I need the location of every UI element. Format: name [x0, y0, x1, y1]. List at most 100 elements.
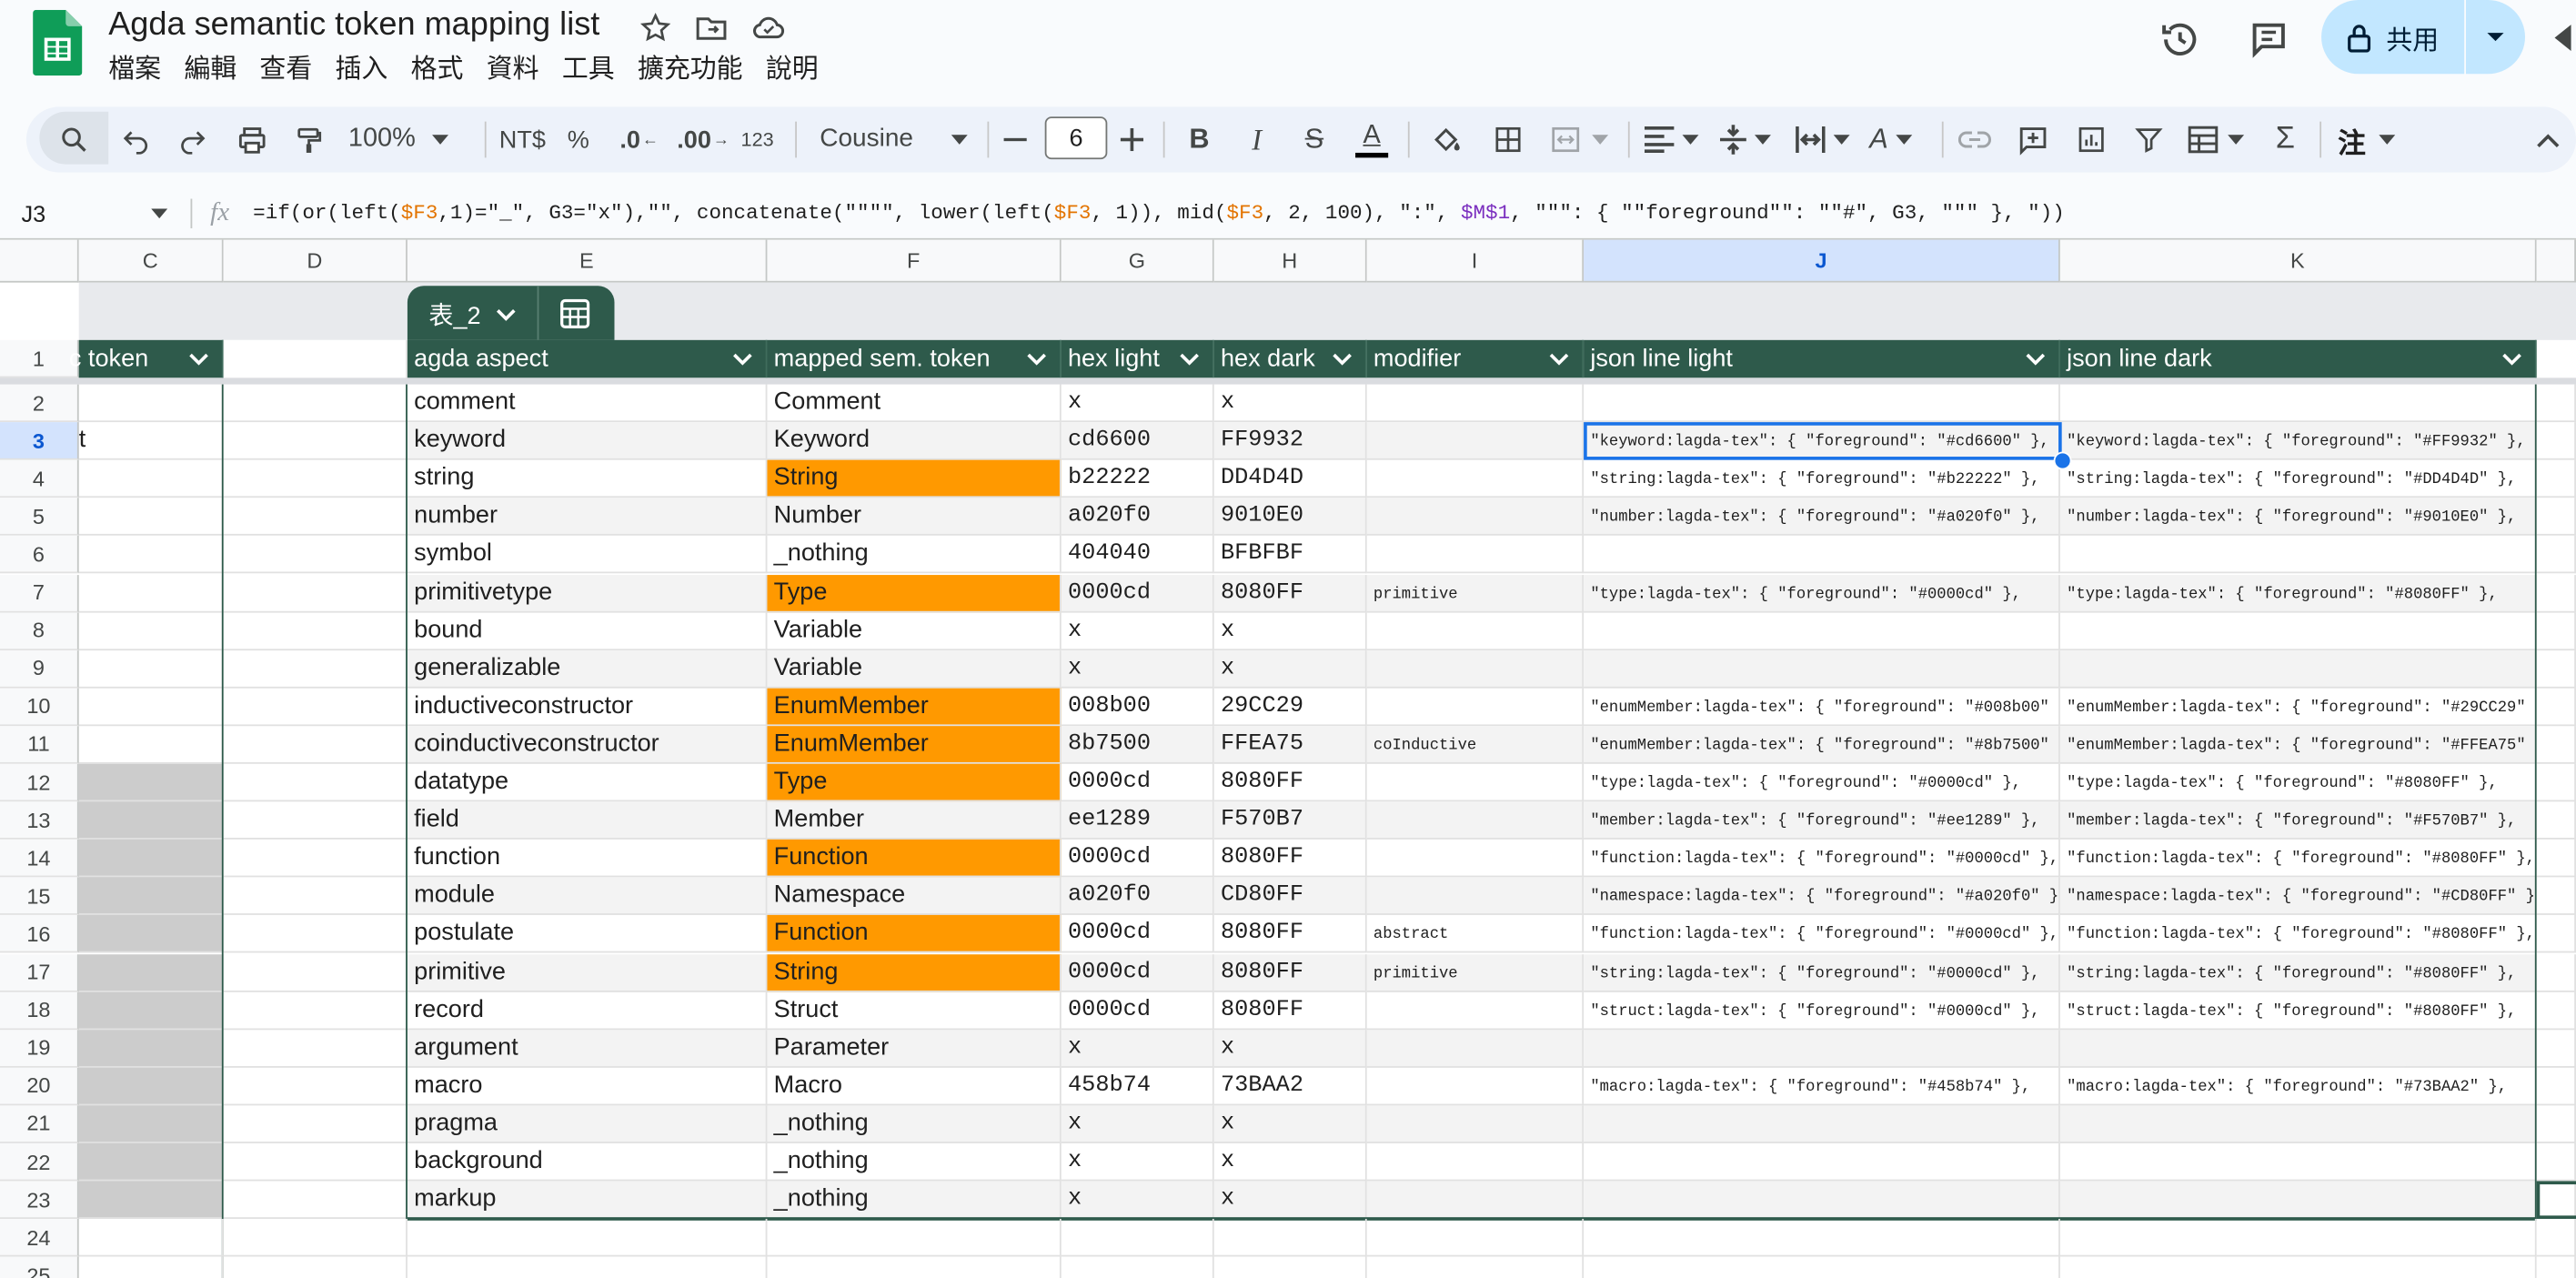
decrease-decimal-button[interactable]: .0 ← — [618, 118, 660, 161]
cell-i9[interactable] — [1366, 649, 1585, 689]
cell-j20[interactable]: "macro:lagda-tex": { "foreground": "#458… — [1584, 1067, 2060, 1106]
decrease-font-size-icon[interactable] — [1001, 118, 1031, 161]
cell-k15[interactable]: "namespace:lagda-tex": { "foreground": "… — [2059, 877, 2537, 916]
header-cell-g[interactable]: hex light — [1061, 339, 1214, 378]
cell-d21[interactable] — [223, 1105, 408, 1143]
row-header-24[interactable]: 24 — [0, 1219, 79, 1258]
row-header-8[interactable]: 8 — [0, 611, 79, 650]
menu-data[interactable]: 資料 — [487, 53, 550, 89]
cell-k8[interactable] — [2059, 611, 2537, 650]
cell-c23[interactable] — [78, 1181, 224, 1220]
cell-c9[interactable] — [78, 649, 224, 689]
cell-e24[interactable] — [407, 1219, 768, 1258]
cell-k12[interactable]: "type:lagda-tex": { "foreground": "#8080… — [2059, 763, 2537, 802]
cell-g11[interactable]: 8b7500 — [1061, 726, 1214, 764]
cell-f3[interactable]: Keyword — [767, 422, 1062, 460]
cell-d9[interactable] — [223, 649, 408, 689]
cell-c25[interactable] — [79, 1257, 224, 1278]
cell-k5[interactable]: "number:lagda-tex": { "foreground": "#90… — [2059, 498, 2537, 537]
cell-l17[interactable] — [2536, 953, 2576, 992]
cell-l14[interactable] — [2536, 840, 2576, 878]
column-header-g[interactable]: G — [1061, 239, 1214, 283]
functions-icon[interactable]: Σ — [2267, 118, 2303, 161]
formula-input[interactable]: =if(or(left($F3,1)="_", G3="x"),"", conc… — [253, 194, 2065, 233]
cell-e22[interactable]: background — [407, 1142, 768, 1182]
cell-e15[interactable]: module — [407, 877, 768, 916]
cell-e7[interactable]: primitivetype — [407, 574, 768, 612]
cell-f19[interactable]: Parameter — [767, 1029, 1062, 1068]
cell-h19[interactable]: x — [1213, 1029, 1367, 1068]
header-cell-f[interactable]: mapped sem. token — [767, 339, 1062, 378]
frozen-row-divider[interactable] — [0, 377, 2576, 385]
cell-f10[interactable]: EnumMember — [767, 688, 1062, 727]
header-cell-e[interactable]: agda aspect — [407, 339, 768, 378]
cell-h3[interactable]: FF9932 — [1213, 422, 1367, 460]
font-select[interactable]: Cousine — [820, 118, 968, 161]
table-name-tab[interactable]: 表_2 — [407, 286, 615, 340]
cell-d14[interactable] — [223, 840, 408, 878]
cell-d3[interactable] — [223, 422, 408, 460]
chevron-down-icon[interactable] — [1333, 347, 1353, 369]
cell-e13[interactable]: field — [407, 801, 768, 840]
cell-c2[interactable] — [78, 384, 224, 423]
merge-icon[interactable] — [1549, 118, 1618, 161]
cell-g6[interactable]: 404040 — [1061, 536, 1214, 575]
header-cell-i[interactable]: modifier — [1366, 339, 1585, 378]
cell-i7[interactable]: primitive — [1366, 574, 1585, 612]
cell-f4[interactable]: String — [767, 459, 1062, 498]
cell-i2[interactable] — [1366, 384, 1585, 423]
cell-g23[interactable]: x — [1061, 1181, 1214, 1220]
cell-k3[interactable]: "keyword:lagda-tex": { "foreground": "#F… — [2059, 422, 2537, 460]
cell-g25[interactable] — [1062, 1257, 1214, 1278]
increase-decimal-button[interactable]: .00 → — [677, 118, 730, 161]
cell-f15[interactable]: Namespace — [767, 877, 1062, 916]
cell-k23[interactable] — [2059, 1181, 2537, 1220]
cell-e25[interactable] — [408, 1257, 768, 1278]
cell-g2[interactable]: x — [1061, 384, 1214, 423]
cell-i12[interactable] — [1366, 763, 1585, 802]
cell-f13[interactable]: Member — [767, 801, 1062, 840]
cell-l22[interactable] — [2536, 1142, 2576, 1182]
cell-l2[interactable] — [2536, 384, 2576, 423]
more-formats-button[interactable]: 123 — [738, 118, 777, 161]
cell-l8[interactable] — [2536, 611, 2576, 650]
cell-h5[interactable]: 9010E0 — [1213, 498, 1367, 537]
cell-k19[interactable] — [2059, 1029, 2537, 1068]
column-header-l[interactable] — [2536, 239, 2576, 283]
cell-d8[interactable] — [223, 611, 408, 650]
cell-g13[interactable]: ee1289 — [1061, 801, 1214, 840]
cell-k4[interactable]: "string:lagda-tex": { "foreground": "#DD… — [2059, 459, 2537, 498]
cell-j23[interactable] — [1584, 1181, 2060, 1220]
cell-j14[interactable]: "function:lagda-tex": { "foreground": "#… — [1584, 840, 2060, 878]
cell-f20[interactable]: Macro — [767, 1067, 1062, 1106]
cell-e19[interactable]: argument — [407, 1029, 768, 1068]
cell-d25[interactable] — [224, 1257, 408, 1278]
cell-g24[interactable] — [1061, 1219, 1214, 1258]
cell-l25[interactable] — [2537, 1257, 2576, 1278]
history-icon[interactable] — [2154, 13, 2207, 65]
cell-g12[interactable]: 0000cd — [1061, 763, 1214, 802]
undo-icon[interactable] — [118, 118, 155, 161]
cell-f12[interactable]: Type — [767, 763, 1062, 802]
cell-d17[interactable] — [223, 953, 408, 992]
header-cell-h[interactable]: hex dark — [1213, 339, 1367, 378]
row-header-16[interactable]: 16 — [0, 915, 79, 954]
star-icon[interactable] — [636, 8, 675, 47]
cell-k2[interactable] — [2059, 384, 2537, 423]
row-header-9[interactable]: 9 — [0, 649, 79, 689]
cell-k17[interactable]: "string:lagda-tex": { "foreground": "#80… — [2059, 953, 2537, 992]
cell-l13[interactable] — [2536, 801, 2576, 840]
cell-d2[interactable] — [223, 384, 408, 423]
cell-g21[interactable]: x — [1061, 1105, 1214, 1143]
row-header-15[interactable]: 15 — [0, 877, 79, 916]
italic-icon[interactable]: I — [1239, 118, 1275, 161]
cell-h6[interactable]: BFBFBF — [1213, 536, 1367, 575]
cell-g7[interactable]: 0000cd — [1061, 574, 1214, 612]
header-cell-k[interactable]: json line dark — [2059, 339, 2537, 378]
cell-j9[interactable] — [1584, 649, 2060, 689]
zoom-select[interactable]: 100% — [348, 118, 470, 161]
cell-i8[interactable] — [1366, 611, 1585, 650]
cell-j6[interactable] — [1584, 536, 2060, 575]
cell-k21[interactable] — [2059, 1105, 2537, 1143]
cell-d5[interactable] — [223, 498, 408, 537]
